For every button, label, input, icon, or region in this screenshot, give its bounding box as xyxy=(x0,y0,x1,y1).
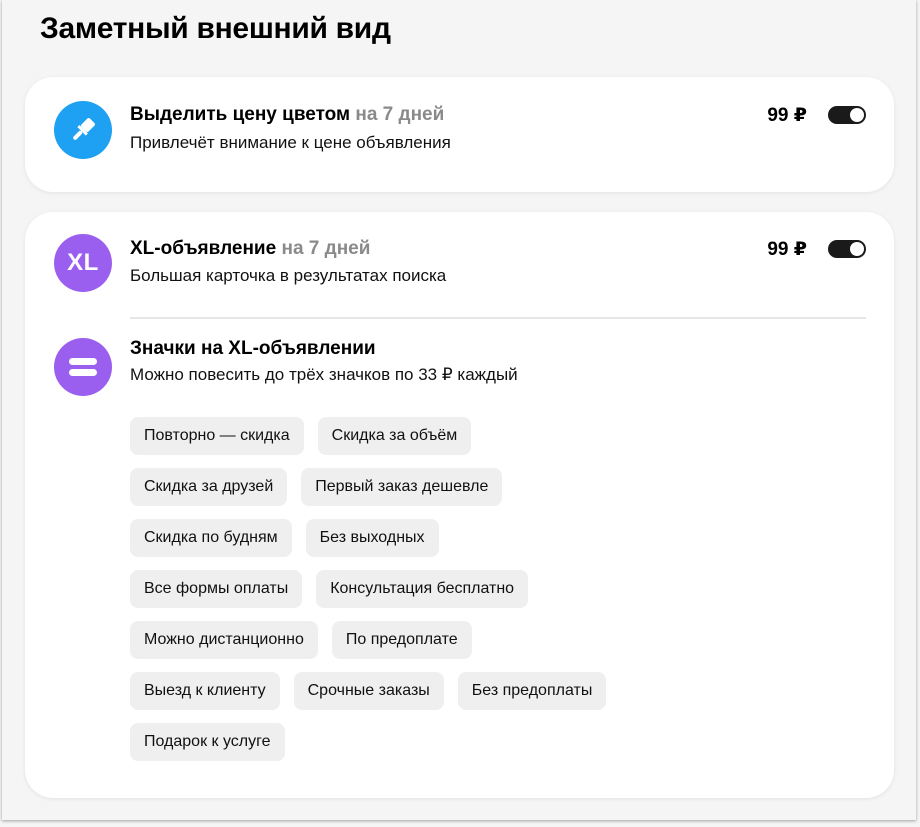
badge-chip-row: Подарок к услуге xyxy=(130,723,650,761)
badge-chip-row: Все формы оплаты Консультация бесплатно xyxy=(130,570,650,608)
option-duration: на 7 дней xyxy=(281,238,371,259)
xl-icon-text: XL xyxy=(67,249,99,276)
badge-chip[interactable]: Без предоплаты xyxy=(457,672,607,710)
option-subtitle: Большая карточка в результатах поиска xyxy=(130,266,447,285)
option-title-text: Выделить цену цветом xyxy=(130,104,351,125)
option-price: 99 ₽ xyxy=(767,239,807,260)
badge-chip[interactable]: Повторно — скидка xyxy=(130,417,304,455)
option-card-highlight-price: Выделить цену цветом на 7 дней Привлечёт… xyxy=(25,77,894,192)
section-divider xyxy=(130,317,866,319)
badge-chip[interactable]: Все формы оплаты xyxy=(130,570,303,608)
badge-chip[interactable]: Можно дистанционно xyxy=(130,621,318,659)
badge-chip[interactable]: Подарок к услуге xyxy=(130,723,285,761)
badge-chip[interactable]: Выезд к клиенту xyxy=(130,672,280,710)
option-title: Выделить цену цветом на 7 дней xyxy=(130,104,444,126)
toggle-knob xyxy=(850,108,864,122)
badge-chip[interactable]: Первый заказ дешевле xyxy=(301,468,503,506)
badge-chip-row: Повторно — скидка Скидка за объём xyxy=(130,417,650,455)
badge-chip-row: Скидка по будням Без выходных xyxy=(130,519,650,557)
page-title: Заметный внешний вид xyxy=(40,12,391,45)
badge-chip[interactable]: Консультация бесплатно xyxy=(316,570,529,608)
option-card-xl-listing: XL XL-объявление на 7 дней Большая карто… xyxy=(25,212,894,798)
option-subtitle: Привлечёт внимание к цене объявления xyxy=(130,133,451,152)
badge-chip[interactable]: Скидка за объём xyxy=(317,417,472,455)
badge-chip-row: Можно дистанционно По предоплате xyxy=(130,621,650,659)
option-title: XL-объявление на 7 дней xyxy=(130,238,370,260)
option-price: 99 ₽ xyxy=(767,105,807,126)
highlight-price-toggle[interactable] xyxy=(828,106,866,124)
toggle-knob xyxy=(850,242,864,256)
badge-chip[interactable]: Срочные заказы xyxy=(293,672,444,710)
badge-chip[interactable]: Скидка за друзей xyxy=(130,468,288,506)
badge-chip-row: Выезд к клиенту Срочные заказы Без предопл… xyxy=(130,672,650,710)
badge-icon xyxy=(54,338,112,396)
badge-chip[interactable]: Скидка по будням xyxy=(130,519,292,557)
badge-chip[interactable]: Без выходных xyxy=(305,519,439,557)
option-title-text: XL-объявление xyxy=(130,238,277,259)
option-duration: на 7 дней xyxy=(355,104,445,125)
badge-chip-list: Повторно — скидка Скидка за объём Скидка з… xyxy=(130,417,650,774)
screen-frame: Заметный внешний вид Выделить цену цвето… xyxy=(2,0,916,820)
xl-icon: XL xyxy=(54,234,112,292)
badges-subtitle: Можно повесить до трёх значков по 33 ₽ к… xyxy=(130,365,518,384)
badge-chip-row: Скидка за друзей Первый заказ дешевле xyxy=(130,468,650,506)
xl-listing-toggle[interactable] xyxy=(828,240,866,258)
brush-icon xyxy=(54,101,112,159)
badges-title: Значки на XL-объявлении xyxy=(130,338,376,359)
badge-chip[interactable]: По предоплате xyxy=(331,621,472,659)
